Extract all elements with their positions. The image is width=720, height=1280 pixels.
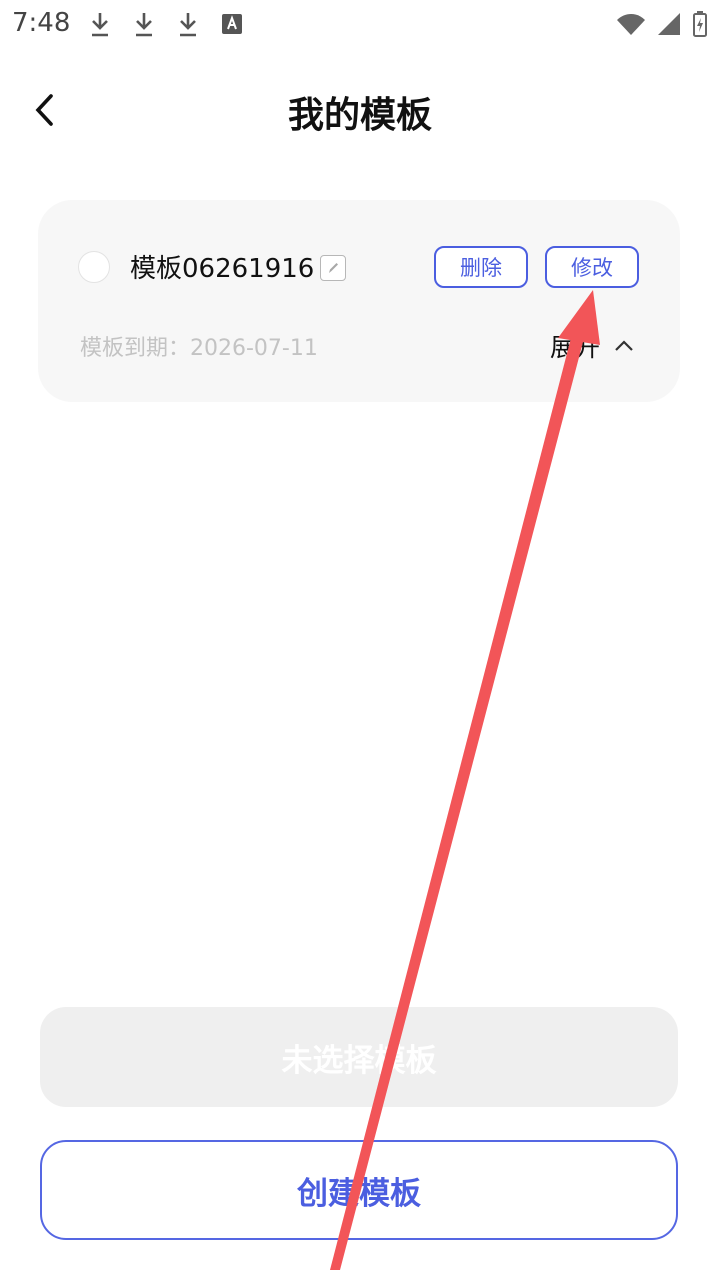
edit-name-button[interactable] [320,255,346,281]
modify-button[interactable]: 修改 [545,246,639,288]
status-bar: 7:48 [0,0,720,48]
download-icon [92,13,108,37]
template-select-radio[interactable] [78,251,110,283]
notification-icons [88,10,244,38]
signal-icon [658,13,680,35]
template-card: 模板06261916 删除 修改 模板到期：2026-07-11 展开 [38,200,680,402]
download-icon [136,13,152,37]
battery-charging-icon [693,11,707,37]
download-icon [180,13,196,37]
template-name: 模板06261916 [130,254,315,284]
pencil-icon [329,263,338,273]
header: 我的模板 [0,60,720,160]
chevron-up-icon [615,340,633,351]
delete-button[interactable]: 删除 [434,246,528,288]
selection-status-button: 未选择模板 [40,1007,678,1107]
expand-label: 展开 [550,333,601,362]
font-icon [222,14,242,34]
status-time: 7:48 [12,8,71,38]
template-expiry: 模板到期：2026-07-11 [80,336,318,361]
create-template-button[interactable]: 创建模板 [40,1140,678,1240]
wifi-icon [617,14,645,35]
system-icons [616,10,708,38]
page-title: 我的模板 [287,95,432,136]
expand-toggle[interactable]: 展开 [550,328,634,364]
annotation-arrow-shaft [330,334,583,1270]
